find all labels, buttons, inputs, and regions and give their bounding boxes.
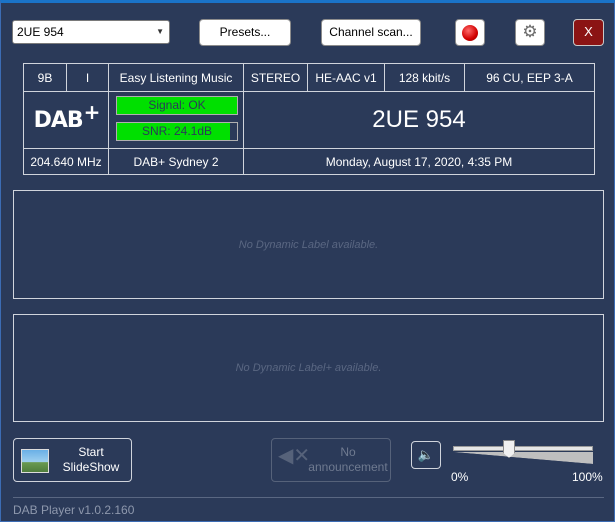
codec-cell: HE-AAC v1 bbox=[308, 64, 385, 92]
type-cell: I bbox=[67, 64, 109, 92]
chevron-down-icon: ▼ bbox=[156, 27, 164, 36]
protection-cell: 96 CU, EEP 3-A bbox=[465, 64, 594, 92]
close-button[interactable]: X bbox=[573, 19, 604, 46]
version-label: DAB Player v1.0.2.160 bbox=[13, 503, 135, 517]
slideshow-label-line2: SlideShow bbox=[62, 460, 120, 474]
start-slideshow-button[interactable]: Start SlideShow bbox=[13, 438, 132, 482]
station-name-display: 2UE 954 bbox=[244, 92, 594, 149]
datetime-cell: Monday, August 17, 2020, 4:35 PM bbox=[325, 154, 513, 169]
landscape-image-icon bbox=[21, 449, 49, 473]
slideshow-label-line1: Start bbox=[78, 445, 104, 459]
volume-min-label: 0% bbox=[451, 470, 469, 484]
bitrate-cell: 128 kbit/s bbox=[385, 64, 465, 92]
footer-divider bbox=[13, 497, 604, 498]
dynamic-label-plus-text: No Dynamic Label+ available. bbox=[235, 362, 382, 374]
volume-ramp bbox=[453, 452, 593, 464]
dynamic-label-plus-panel: No Dynamic Label+ available. bbox=[13, 314, 604, 422]
signal-meter: Signal: OK bbox=[116, 96, 238, 115]
dab-logo-cell: DAB+ bbox=[24, 92, 109, 149]
dynamic-label-text: No Dynamic Label available. bbox=[238, 238, 379, 251]
signal-cell: Signal: OK SNR: 24.1dB bbox=[109, 92, 244, 149]
announcement-button[interactable]: ◀✕ No announcement bbox=[271, 438, 391, 482]
mode-cell: STEREO bbox=[244, 64, 308, 92]
frequency-cell: 204.640 MHz bbox=[24, 149, 109, 174]
speaker-icon: 🔈 bbox=[417, 447, 435, 462]
dab-plus-logo: DAB+ bbox=[33, 99, 101, 133]
record-dot-icon bbox=[462, 25, 478, 41]
announcement-label-line1: No bbox=[340, 445, 356, 459]
dynamic-label-panel: No Dynamic Label available. bbox=[13, 190, 604, 299]
announcement-label-line2: announcement bbox=[308, 460, 388, 474]
snr-meter: SNR: 24.1dB bbox=[116, 122, 238, 141]
channel-cell: 9B bbox=[24, 64, 67, 92]
genre-cell: Easy Listening Music bbox=[109, 64, 244, 92]
mute-toggle-button[interactable]: 🔈 bbox=[411, 441, 441, 469]
gear-icon: ⚙ bbox=[522, 22, 538, 41]
record-button[interactable] bbox=[455, 19, 485, 46]
volume-track[interactable] bbox=[453, 446, 593, 451]
station-select-value: 2UE 954 bbox=[17, 25, 64, 39]
ensemble-cell: DAB+ Sydney 2 bbox=[109, 149, 244, 174]
settings-button[interactable]: ⚙ bbox=[515, 19, 545, 46]
info-grid: 9B I Easy Listening Music STEREO HE-AAC … bbox=[23, 63, 595, 175]
station-select[interactable]: 2UE 954 ▼ bbox=[12, 20, 170, 44]
channel-scan-button[interactable]: Channel scan... bbox=[321, 19, 421, 46]
presets-button[interactable]: Presets... bbox=[199, 19, 291, 46]
volume-max-label: 100% bbox=[572, 470, 603, 484]
